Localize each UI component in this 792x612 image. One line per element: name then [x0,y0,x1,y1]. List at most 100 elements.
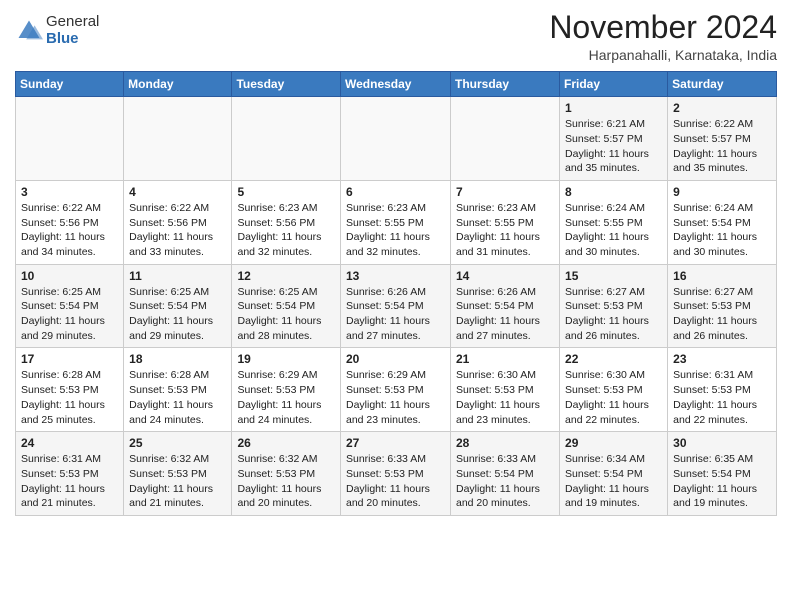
day-number: 6 [346,185,445,199]
day-info: Sunrise: 6:26 AMSunset: 5:54 PMDaylight:… [456,285,554,344]
location: Harpanahalli, Karnataka, India [549,47,777,63]
day-cell: 4 Sunrise: 6:22 AMSunset: 5:56 PMDaylight… [124,180,232,264]
day-number: 21 [456,352,554,366]
day-number: 28 [456,436,554,450]
day-number: 23 [673,352,771,366]
day-number: 29 [565,436,662,450]
day-info: Sunrise: 6:32 AMSunset: 5:53 PMDaylight:… [237,452,335,511]
day-cell: 7Sunrise: 6:23 AMSunset: 5:55 PMDaylight… [451,180,560,264]
day-info: Sunrise: 6:30 AMSunset: 5:53 PMDaylight:… [456,368,554,427]
day-cell: 24 Sunrise: 6:31 AMSunset: 5:53 PMDayligh… [16,432,124,516]
day-cell: 23 Sunrise: 6:31 AMSunset: 5:53 PMDayligh… [668,348,777,432]
day-info: Sunrise: 6:32 AMSunset: 5:53 PMDaylight:… [129,452,226,511]
day-number: 17 [21,352,118,366]
weekday-sunday: Sunday [16,72,124,97]
day-cell: 22Sunrise: 6:30 AMSunset: 5:53 PMDayligh… [560,348,668,432]
logo-blue: Blue [46,31,99,48]
day-info: Sunrise: 6:31 AMSunset: 5:53 PMDaylight:… [21,452,118,511]
day-cell: 27 Sunrise: 6:33 AMSunset: 5:53 PMDayligh… [341,432,451,516]
day-cell: 8Sunrise: 6:24 AMSunset: 5:55 PMDaylight… [560,180,668,264]
day-number: 30 [673,436,771,450]
day-cell: 26 Sunrise: 6:32 AMSunset: 5:53 PMDayligh… [232,432,341,516]
title-block: November 2024 Harpanahalli, Karnataka, I… [549,10,777,63]
day-cell [451,97,560,181]
day-number: 16 [673,269,771,283]
day-info: Sunrise: 6:29 AMSunset: 5:53 PMDaylight:… [237,368,335,427]
week-row-4: 17 Sunrise: 6:28 AMSunset: 5:53 PMDayligh… [16,348,777,432]
day-cell: 25Sunrise: 6:32 AMSunset: 5:53 PMDayligh… [124,432,232,516]
week-row-2: 3 Sunrise: 6:22 AMSunset: 5:56 PMDaylight… [16,180,777,264]
day-cell: 18Sunrise: 6:28 AMSunset: 5:53 PMDayligh… [124,348,232,432]
day-cell: 10Sunrise: 6:25 AMSunset: 5:54 PMDayligh… [16,264,124,348]
day-info: Sunrise: 6:35 AMSunset: 5:54 PMDaylight:… [673,452,771,511]
day-number: 1 [565,101,662,115]
logo-text: General Blue [46,14,99,47]
day-number: 4 [129,185,226,199]
day-cell: 30 Sunrise: 6:35 AMSunset: 5:54 PMDayligh… [668,432,777,516]
weekday-header-row: SundayMondayTuesdayWednesdayThursdayFrid… [16,72,777,97]
day-number: 12 [237,269,335,283]
logo-icon [15,17,43,45]
day-number: 13 [346,269,445,283]
day-cell: 16 Sunrise: 6:27 AMSunset: 5:53 PMDayligh… [668,264,777,348]
day-info: Sunrise: 6:22 AMSunset: 5:56 PMDaylight:… [21,201,118,260]
day-cell: 21 Sunrise: 6:30 AMSunset: 5:53 PMDayligh… [451,348,560,432]
day-cell: 2 Sunrise: 6:22 AMSunset: 5:57 PMDaylight… [668,97,777,181]
day-number: 2 [673,101,771,115]
day-info: Sunrise: 6:27 AMSunset: 5:53 PMDaylight:… [673,285,771,344]
day-info: Sunrise: 6:25 AMSunset: 5:54 PMDaylight:… [21,285,118,344]
day-info: Sunrise: 6:33 AMSunset: 5:54 PMDaylight:… [456,452,554,511]
day-info: Sunrise: 6:28 AMSunset: 5:53 PMDaylight:… [21,368,118,427]
day-cell: 11 Sunrise: 6:25 AMSunset: 5:54 PMDayligh… [124,264,232,348]
day-cell: 17 Sunrise: 6:28 AMSunset: 5:53 PMDayligh… [16,348,124,432]
day-info: Sunrise: 6:24 AMSunset: 5:55 PMDaylight:… [565,201,662,260]
day-number: 11 [129,269,226,283]
day-info: Sunrise: 6:29 AMSunset: 5:53 PMDaylight:… [346,368,445,427]
day-info: Sunrise: 6:22 AMSunset: 5:56 PMDaylight:… [129,201,226,260]
day-number: 18 [129,352,226,366]
month-title: November 2024 [549,10,777,45]
day-info: Sunrise: 6:22 AMSunset: 5:57 PMDaylight:… [673,117,771,176]
day-info: Sunrise: 6:33 AMSunset: 5:53 PMDaylight:… [346,452,445,511]
week-row-3: 10Sunrise: 6:25 AMSunset: 5:54 PMDayligh… [16,264,777,348]
day-cell: 13 Sunrise: 6:26 AMSunset: 5:54 PMDayligh… [341,264,451,348]
day-number: 24 [21,436,118,450]
calendar-table: SundayMondayTuesdayWednesdayThursdayFrid… [15,71,777,516]
weekday-monday: Monday [124,72,232,97]
day-cell: 12 Sunrise: 6:25 AMSunset: 5:54 PMDayligh… [232,264,341,348]
day-info: Sunrise: 6:24 AMSunset: 5:54 PMDaylight:… [673,201,771,260]
day-cell: 14 Sunrise: 6:26 AMSunset: 5:54 PMDayligh… [451,264,560,348]
day-number: 15 [565,269,662,283]
day-cell: 5Sunrise: 6:23 AMSunset: 5:56 PMDaylight… [232,180,341,264]
day-info: Sunrise: 6:31 AMSunset: 5:53 PMDaylight:… [673,368,771,427]
day-number: 5 [237,185,335,199]
day-cell: 6 Sunrise: 6:23 AMSunset: 5:55 PMDaylight… [341,180,451,264]
day-cell: 15 Sunrise: 6:27 AMSunset: 5:53 PMDayligh… [560,264,668,348]
day-cell: 20Sunrise: 6:29 AMSunset: 5:53 PMDayligh… [341,348,451,432]
logo-general: General [46,14,99,31]
day-info: Sunrise: 6:25 AMSunset: 5:54 PMDaylight:… [237,285,335,344]
day-info: Sunrise: 6:27 AMSunset: 5:53 PMDaylight:… [565,285,662,344]
day-cell: 19 Sunrise: 6:29 AMSunset: 5:53 PMDayligh… [232,348,341,432]
day-number: 27 [346,436,445,450]
day-info: Sunrise: 6:23 AMSunset: 5:55 PMDaylight:… [346,201,445,260]
day-info: Sunrise: 6:25 AMSunset: 5:54 PMDaylight:… [129,285,226,344]
day-info: Sunrise: 6:34 AMSunset: 5:54 PMDaylight:… [565,452,662,511]
day-cell [232,97,341,181]
day-number: 19 [237,352,335,366]
day-number: 9 [673,185,771,199]
day-cell [124,97,232,181]
day-info: Sunrise: 6:30 AMSunset: 5:53 PMDaylight:… [565,368,662,427]
calendar-page: General Blue November 2024 Harpanahalli,… [0,0,792,612]
weekday-friday: Friday [560,72,668,97]
day-info: Sunrise: 6:26 AMSunset: 5:54 PMDaylight:… [346,285,445,344]
day-number: 26 [237,436,335,450]
day-cell: 29 Sunrise: 6:34 AMSunset: 5:54 PMDayligh… [560,432,668,516]
page-header: General Blue November 2024 Harpanahalli,… [15,10,777,63]
day-cell: 9 Sunrise: 6:24 AMSunset: 5:54 PMDaylight… [668,180,777,264]
day-number: 3 [21,185,118,199]
day-cell [16,97,124,181]
day-number: 7 [456,185,554,199]
day-number: 14 [456,269,554,283]
day-info: Sunrise: 6:21 AMSunset: 5:57 PMDaylight:… [565,117,662,176]
